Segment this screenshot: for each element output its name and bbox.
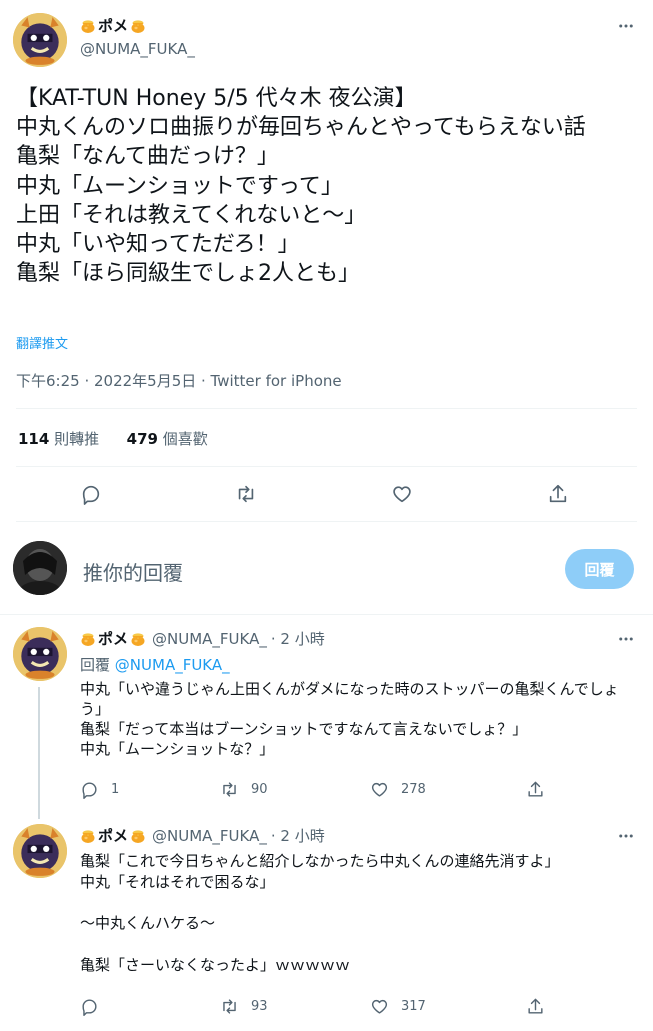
- retweet-icon: [220, 780, 239, 799]
- reply-avatar[interactable]: [13, 627, 67, 681]
- reply-submit-button[interactable]: 回覆: [565, 549, 634, 589]
- author-name-row: ポメ: [80, 15, 146, 36]
- reply-button[interactable]: 1: [80, 780, 119, 799]
- divider: [16, 466, 637, 467]
- retweet-icon: [220, 997, 239, 1016]
- like-label[interactable]: 個喜歡: [163, 430, 208, 448]
- retweet-label[interactable]: 則轉推: [54, 430, 99, 448]
- main-action-bar: [0, 482, 653, 506]
- reply-icon: [80, 997, 99, 1016]
- thread-connector: [38, 687, 40, 819]
- like-icon: [391, 483, 413, 505]
- share-button[interactable]: [526, 780, 545, 799]
- honey-pot-icon: [130, 18, 146, 34]
- reply-button[interactable]: [80, 997, 99, 1016]
- replying-to-label: 回覆: [80, 656, 111, 674]
- avatar-image: [13, 824, 67, 878]
- like-count[interactable]: 479: [127, 430, 158, 448]
- avatar-image: [13, 13, 67, 67]
- reply-handle[interactable]: @NUMA_FUKA_: [152, 630, 267, 648]
- reply-time[interactable]: · 2 小時: [271, 628, 325, 649]
- like-button[interactable]: [391, 483, 413, 505]
- reply-time[interactable]: · 2 小時: [271, 825, 325, 846]
- author-avatar[interactable]: [13, 13, 67, 67]
- replying-to: 回覆 @NUMA_FUKA_: [80, 654, 230, 675]
- my-avatar[interactable]: [13, 541, 67, 595]
- divider: [16, 408, 637, 409]
- tweet-text: 【KAT-TUN Honey 5/5 代々木 夜公演】 中丸くんのソロ曲振りが毎…: [16, 86, 586, 287]
- reply-display-name[interactable]: ポメ: [98, 825, 128, 846]
- reply-avatar[interactable]: [13, 824, 67, 878]
- reply-action-bar: 93 317: [80, 996, 640, 1016]
- reply-icon: [80, 780, 99, 799]
- like-icon: [370, 997, 389, 1016]
- more-icon[interactable]: [616, 629, 636, 649]
- divider: [0, 614, 653, 615]
- retweet-count: 93: [251, 998, 268, 1014]
- honey-pot-icon: [130, 631, 146, 647]
- avatar-image: [13, 541, 67, 595]
- retweet-button[interactable]: [235, 483, 257, 505]
- honey-pot-icon: [80, 18, 96, 34]
- retweet-count: 90: [251, 781, 268, 797]
- divider: [16, 521, 637, 522]
- author-display-name[interactable]: ポメ: [98, 15, 128, 36]
- reply-header: ポメ @NUMA_FUKA_ · 2 小時: [80, 628, 325, 649]
- honey-pot-icon: [130, 828, 146, 844]
- share-icon: [526, 997, 545, 1016]
- honey-pot-icon: [80, 828, 96, 844]
- tweet-stats: 114 則轉推 479 個喜歡: [18, 428, 208, 449]
- reply-input[interactable]: 推你的回覆: [83, 557, 183, 586]
- more-icon[interactable]: [616, 826, 636, 846]
- more-icon[interactable]: [616, 16, 636, 36]
- translate-tweet-link[interactable]: 翻譯推文: [16, 333, 68, 352]
- like-button[interactable]: 317: [370, 997, 426, 1016]
- reply-handle[interactable]: @NUMA_FUKA_: [152, 827, 267, 845]
- retweet-icon: [235, 483, 257, 505]
- avatar-image: [13, 627, 67, 681]
- retweet-button[interactable]: 93: [220, 997, 268, 1016]
- honey-pot-icon: [80, 631, 96, 647]
- tweet-timestamp[interactable]: 下午6:25 · 2022年5月5日 · Twitter for iPhone: [16, 370, 342, 391]
- share-icon: [547, 483, 569, 505]
- reply-text: 中丸「いや違うじゃん上田くんがダメになった時のストッパーの亀梨くんでしょう」 亀…: [80, 680, 619, 758]
- share-button[interactable]: [547, 483, 569, 505]
- like-count: 317: [401, 998, 426, 1014]
- reply-action-bar: 1 90 278: [80, 779, 640, 799]
- like-count: 278: [401, 781, 426, 797]
- like-button[interactable]: 278: [370, 780, 426, 799]
- like-icon: [370, 780, 389, 799]
- author-handle[interactable]: @NUMA_FUKA_: [80, 40, 195, 58]
- replying-to-handle[interactable]: @NUMA_FUKA_: [115, 656, 230, 674]
- reply-text: 亀梨「これで今日ちゃんと紹介しなかったら中丸くんの連絡先消すよ」 中丸「それはそ…: [80, 852, 560, 974]
- retweet-button[interactable]: 90: [220, 780, 268, 799]
- reply-display-name[interactable]: ポメ: [98, 628, 128, 649]
- reply-button[interactable]: [80, 483, 102, 505]
- share-button[interactable]: [526, 997, 545, 1016]
- reply-header: ポメ @NUMA_FUKA_ · 2 小時: [80, 825, 325, 846]
- share-icon: [526, 780, 545, 799]
- reply-count: 1: [111, 781, 120, 797]
- reply-icon: [80, 483, 102, 505]
- retweet-count[interactable]: 114: [18, 430, 49, 448]
